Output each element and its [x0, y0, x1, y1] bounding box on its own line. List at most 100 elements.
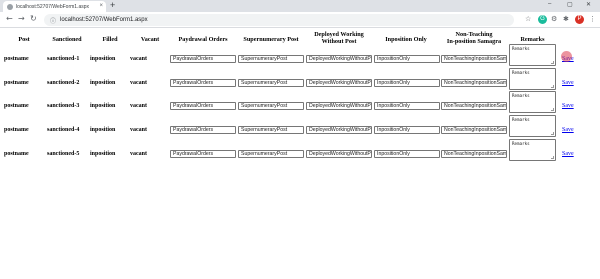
cell-filled: inposition — [90, 103, 116, 109]
remarks-text: Remarks — [512, 141, 530, 146]
remarks-textarea[interactable]: Remarks — [509, 139, 556, 161]
extension-icon[interactable]: G — [538, 15, 547, 24]
minimize-button[interactable]: – — [548, 1, 551, 7]
mouse-cursor-highlight — [561, 51, 572, 62]
browser-toolbar: ← → ↻ ⓘ localhost:52707/WebForm1.aspx ☆ … — [0, 12, 600, 28]
header-sanctioned: Sanctioned — [52, 36, 82, 43]
cell-vacant: vacant — [130, 56, 147, 62]
header-nonteaching-line2: In-position Samagra — [446, 38, 502, 45]
header-filled: Filled — [102, 36, 118, 43]
header-paydrawal-orders: Paydrawal Orders — [178, 36, 228, 43]
deployed-working-input[interactable]: DeployedWorkingWithoutPost — [306, 102, 372, 110]
cell-sanctioned: sanctioned-4 — [47, 127, 80, 133]
deployed-working-input[interactable]: DeployedWorkingWithoutPost — [306, 150, 372, 158]
paydrawal-orders-input[interactable]: PaydrawalOrders — [170, 55, 236, 63]
cell-vacant: vacant — [130, 103, 147, 109]
settings-gear-icon[interactable]: ⚙ — [551, 15, 557, 23]
remarks-textarea[interactable]: Remarks — [509, 68, 556, 90]
cell-post: postname — [4, 80, 29, 86]
resize-grip-icon[interactable] — [551, 108, 554, 111]
cell-post: postname — [4, 103, 29, 109]
save-link[interactable]: Save — [562, 103, 574, 109]
tab-title: localhost:52707/WebForm1.aspx — [16, 3, 90, 10]
inposition-only-input[interactable]: InpositionOnly — [374, 55, 440, 63]
info-icon[interactable]: ⓘ — [50, 16, 56, 25]
star-icon[interactable]: ☆ — [525, 15, 531, 23]
header-nonteaching-line1: Non-Teaching — [455, 31, 493, 38]
supernumerary-post-input[interactable]: SupernumeraryPost — [238, 150, 304, 158]
browser-tab[interactable]: localhost:52707/WebForm1.aspx × — [3, 1, 106, 12]
remarks-textarea[interactable]: Remarks — [509, 115, 556, 137]
cell-filled: inposition — [90, 151, 116, 157]
back-arrow-icon[interactable]: ← — [6, 14, 13, 23]
remarks-text: Remarks — [512, 93, 530, 98]
cell-post: postname — [4, 151, 29, 157]
header-non-teaching: Non-Teaching In-position Samagra — [440, 31, 508, 45]
remarks-text: Remarks — [512, 70, 530, 75]
header-inposition-only: Inposition Only — [385, 36, 427, 43]
paydrawal-orders-input[interactable]: PaydrawalOrders — [170, 150, 236, 158]
new-tab-button[interactable]: + — [110, 0, 115, 10]
close-tab-icon[interactable]: × — [99, 3, 103, 9]
supernumerary-post-input[interactable]: SupernumeraryPost — [238, 126, 304, 134]
reload-icon[interactable]: ↻ — [30, 14, 37, 23]
non-teaching-input[interactable]: NonTeachingInpositionSamagra — [441, 126, 507, 134]
non-teaching-input[interactable]: NonTeachingInpositionSamagra — [441, 150, 507, 158]
cell-sanctioned: sanctioned-3 — [47, 103, 80, 109]
non-teaching-input[interactable]: NonTeachingInpositionSamagra — [441, 79, 507, 87]
browser-tab-bar: localhost:52707/WebForm1.aspx × + – ▢ ✕ — [0, 0, 600, 12]
paydrawal-orders-input[interactable]: PaydrawalOrders — [170, 126, 236, 134]
deployed-working-input[interactable]: DeployedWorkingWithoutPost — [306, 55, 372, 63]
puzzle-icon[interactable]: ✱ — [563, 15, 569, 23]
maximize-button[interactable]: ▢ — [567, 1, 573, 8]
cell-filled: inposition — [90, 56, 116, 62]
inposition-only-input[interactable]: InpositionOnly — [374, 102, 440, 110]
resize-grip-icon[interactable] — [551, 132, 554, 135]
header-post: Post — [18, 36, 30, 43]
cell-post: postname — [4, 127, 29, 133]
remarks-text: Remarks — [512, 46, 530, 51]
cell-filled: inposition — [90, 80, 116, 86]
remarks-text: Remarks — [512, 117, 530, 122]
inposition-only-input[interactable]: InpositionOnly — [374, 79, 440, 87]
remarks-textarea[interactable]: Remarks — [509, 91, 556, 113]
header-remarks: Remarks — [520, 36, 545, 43]
cell-filled: inposition — [90, 127, 116, 133]
save-link[interactable]: Save — [562, 151, 574, 157]
supernumerary-post-input[interactable]: SupernumeraryPost — [238, 55, 304, 63]
cell-vacant: vacant — [130, 80, 147, 86]
save-link[interactable]: Save — [562, 127, 574, 133]
cell-sanctioned: sanctioned-2 — [47, 80, 80, 86]
close-window-button[interactable]: ✕ — [586, 1, 591, 8]
deployed-working-input[interactable]: DeployedWorkingWithoutPost — [306, 126, 372, 134]
inposition-only-input[interactable]: InpositionOnly — [374, 126, 440, 134]
header-vacant: Vacant — [140, 36, 160, 43]
globe-icon — [7, 3, 13, 10]
cell-sanctioned: sanctioned-5 — [47, 151, 80, 157]
menu-dots-icon[interactable]: ⋮ — [589, 15, 596, 23]
address-url: localhost:52707/WebForm1.aspx — [60, 17, 148, 23]
forward-arrow-icon[interactable]: → — [18, 14, 25, 23]
remarks-textarea[interactable]: Remarks — [509, 44, 556, 66]
cell-sanctioned: sanctioned-1 — [47, 56, 80, 62]
save-link[interactable]: Save — [562, 80, 574, 86]
profile-avatar[interactable]: P — [575, 15, 584, 24]
paydrawal-orders-input[interactable]: PaydrawalOrders — [170, 102, 236, 110]
resize-grip-icon[interactable] — [551, 85, 554, 88]
cell-vacant: vacant — [130, 151, 147, 157]
resize-grip-icon[interactable] — [551, 61, 554, 64]
cell-post: postname — [4, 56, 29, 62]
header-supernumerary-post: Supernumerary Post — [243, 36, 299, 43]
supernumerary-post-input[interactable]: SupernumeraryPost — [238, 79, 304, 87]
header-deployed-working: Deployed Working Without Post — [306, 31, 372, 45]
paydrawal-orders-input[interactable]: PaydrawalOrders — [170, 79, 236, 87]
supernumerary-post-input[interactable]: SupernumeraryPost — [238, 102, 304, 110]
cell-vacant: vacant — [130, 127, 147, 133]
address-bar[interactable]: ⓘ localhost:52707/WebForm1.aspx — [44, 14, 514, 26]
header-deployed-line1: Deployed Working — [314, 31, 364, 38]
non-teaching-input[interactable]: NonTeachingInpositionSamagra — [441, 102, 507, 110]
non-teaching-input[interactable]: NonTeachingInpositionSamagra — [441, 55, 507, 63]
deployed-working-input[interactable]: DeployedWorkingWithoutPost — [306, 79, 372, 87]
inposition-only-input[interactable]: InpositionOnly — [374, 150, 440, 158]
resize-grip-icon[interactable] — [551, 156, 554, 159]
